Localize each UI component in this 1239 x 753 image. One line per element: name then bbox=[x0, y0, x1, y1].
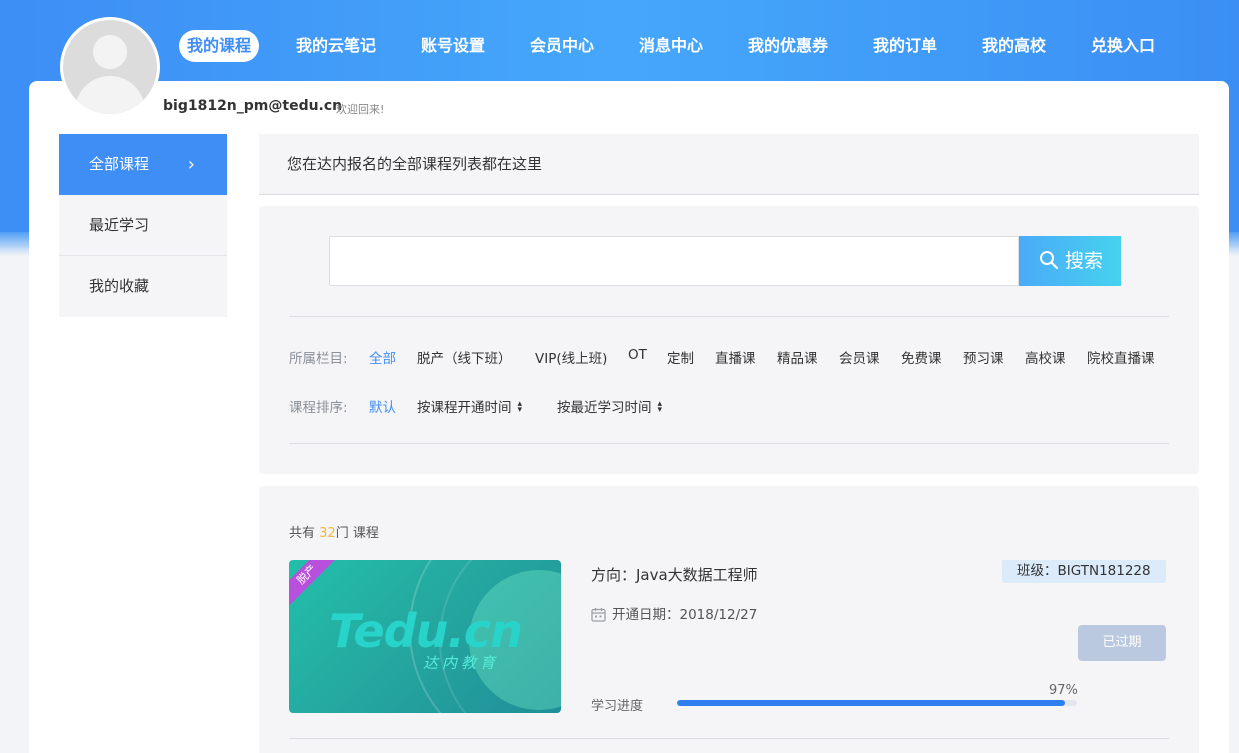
search-button[interactable]: 搜索 bbox=[1019, 236, 1121, 286]
sort-option-open-time[interactable]: 按课程开通时间 ▴ ▾ bbox=[417, 396, 523, 417]
category-option[interactable]: 会员课 bbox=[839, 347, 880, 367]
course-thumbnail[interactable]: Tedu.cn 达内教育 脱产 bbox=[289, 560, 561, 713]
nav-message-center[interactable]: 消息中心 bbox=[639, 30, 703, 62]
nav-account-settings[interactable]: 账号设置 bbox=[421, 30, 485, 62]
category-option[interactable]: VIP(线上班) bbox=[535, 347, 607, 367]
count-unit: 门 bbox=[335, 526, 349, 541]
open-date-text: 开通日期：2018/12/27 bbox=[612, 607, 758, 623]
category-option[interactable]: 预习课 bbox=[963, 347, 1004, 367]
sort-option-recent-study[interactable]: 按最近学习时间 ▴ ▾ bbox=[557, 396, 663, 417]
sidebar-item-label: 最近学习 bbox=[89, 216, 150, 234]
nav-my-courses[interactable]: 我的课程 bbox=[179, 30, 260, 62]
user-email: big1812n_pm@tedu.cn bbox=[163, 98, 343, 114]
sort-option-label: 按课程开通时间 bbox=[417, 400, 512, 416]
tedu-logo: Tedu.cn bbox=[329, 604, 523, 658]
category-option[interactable]: OT bbox=[628, 347, 647, 363]
user-greeting: 欢迎回来! bbox=[336, 103, 385, 116]
sort-option-default[interactable]: 默认 bbox=[369, 396, 396, 416]
top-nav: 我的课程 我的云笔记 账号设置 会员中心 消息中心 我的优惠券 我的订单 我的高… bbox=[0, 30, 1239, 64]
sidebar-item-favorites[interactable]: 我的收藏 bbox=[59, 256, 227, 317]
category-option[interactable]: 全部 bbox=[369, 347, 396, 367]
progress-bar-fill bbox=[677, 700, 1065, 706]
category-option[interactable]: 免费课 bbox=[901, 347, 942, 367]
search-button-label: 搜索 bbox=[1065, 250, 1104, 272]
avatar-placeholder-icon bbox=[63, 20, 157, 114]
nav-cloud-notes[interactable]: 我的云笔记 bbox=[296, 30, 376, 62]
sort-arrows-icon: ▴ ▾ bbox=[517, 399, 523, 415]
category-option[interactable]: 高校课 bbox=[1025, 347, 1066, 367]
count-number: 32 bbox=[319, 526, 336, 541]
course-direction[interactable]: 方向：Java大数据工程师 bbox=[591, 564, 758, 585]
class-badge: 班级：BIGTN181228 bbox=[1002, 560, 1166, 583]
nav-my-university[interactable]: 我的高校 bbox=[982, 30, 1046, 62]
nav-member-center[interactable]: 会员中心 bbox=[530, 30, 594, 62]
category-option[interactable]: 定制 bbox=[667, 347, 694, 367]
sidebar-item-recent[interactable]: 最近学习 bbox=[59, 195, 227, 256]
course-list-panel: 共有 32门 课程 Tedu.cn 达内教育 脱产 方向：Java大数据工程师 … bbox=[259, 486, 1199, 753]
category-option[interactable]: 精品课 bbox=[777, 347, 818, 367]
expired-button[interactable]: 已过期 bbox=[1078, 625, 1166, 661]
category-option[interactable]: 脱产（线下班） bbox=[417, 347, 512, 367]
count-prefix: 共有 bbox=[289, 526, 316, 541]
sort-label: 课程排序: bbox=[289, 400, 348, 416]
open-date: 开通日期：2018/12/27 bbox=[591, 603, 757, 623]
divider bbox=[289, 316, 1169, 317]
progress-label: 学习进度 bbox=[591, 699, 644, 714]
divider bbox=[289, 738, 1169, 739]
nav-orders[interactable]: 我的订单 bbox=[873, 30, 937, 62]
tedu-logo-subtitle: 达内教育 bbox=[423, 654, 500, 672]
category-option[interactable]: 直播课 bbox=[715, 347, 756, 367]
course-count: 共有 32门 课程 bbox=[289, 522, 379, 541]
sort-option-label: 按最近学习时间 bbox=[557, 400, 652, 416]
search-icon bbox=[1040, 251, 1059, 270]
chevron-right-icon: › bbox=[187, 154, 195, 175]
divider bbox=[289, 443, 1169, 444]
category-option[interactable]: 院校直播课 bbox=[1087, 347, 1155, 367]
progress-percent: 97% bbox=[1049, 683, 1078, 698]
count-suffix: 课程 bbox=[352, 526, 379, 541]
filter-panel: 搜索 所属栏目: 全部 脱产（线下班） VIP(线上班) OT 定制 直播课 精… bbox=[259, 206, 1199, 474]
sidebar: 全部课程 › 最近学习 我的收藏 bbox=[59, 134, 227, 317]
search-input[interactable] bbox=[329, 236, 1019, 286]
sidebar-item-label: 全部课程 bbox=[89, 155, 150, 173]
nav-redeem[interactable]: 兑换入口 bbox=[1091, 30, 1155, 62]
page-title: 您在达内报名的全部课程列表都在这里 bbox=[259, 134, 1199, 195]
sidebar-item-all-courses[interactable]: 全部课程 › bbox=[59, 134, 227, 195]
sidebar-item-label: 我的收藏 bbox=[89, 277, 150, 295]
progress-bar bbox=[677, 700, 1077, 706]
avatar[interactable] bbox=[60, 17, 160, 117]
sort-arrows-icon: ▴ ▾ bbox=[657, 399, 663, 415]
calendar-icon bbox=[591, 608, 606, 622]
nav-coupons[interactable]: 我的优惠券 bbox=[748, 30, 828, 62]
category-label: 所属栏目: bbox=[289, 351, 348, 367]
course-type-ribbon: 脱产 bbox=[289, 560, 342, 610]
